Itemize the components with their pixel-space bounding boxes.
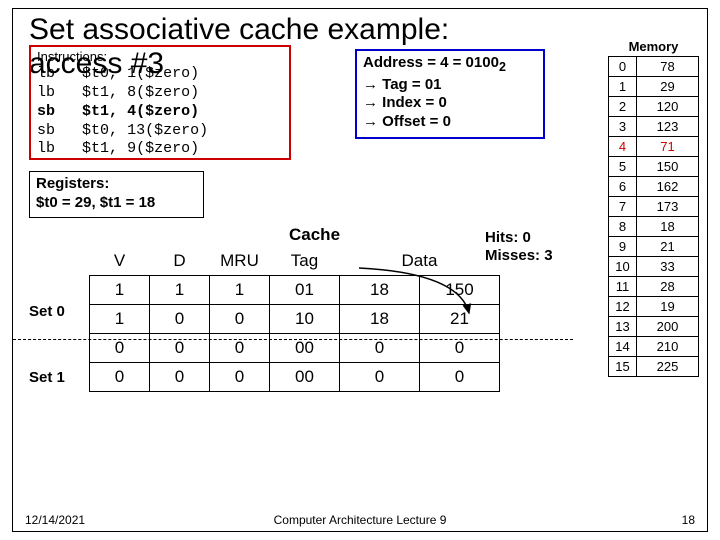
- memory-row: 921: [609, 237, 699, 257]
- memory-row: 1033: [609, 257, 699, 277]
- memory-row: 818: [609, 217, 699, 237]
- cache-table: V D MRU Tag Data 11101181501001018210000…: [89, 247, 500, 392]
- instruction-row: lb $t1, 9($zero): [37, 140, 283, 159]
- registers-values: $t0 = 29, $t1 = 18: [36, 194, 197, 213]
- memory-row: 129: [609, 77, 699, 97]
- memory-row: 13200: [609, 317, 699, 337]
- memory-row: 7173: [609, 197, 699, 217]
- hit-miss-counter: Hits: 0 Misses: 3: [485, 229, 553, 265]
- memory-row: 471: [609, 137, 699, 157]
- instruction-row: sb $t0, 13($zero): [37, 122, 283, 141]
- memory-label: Memory: [608, 39, 699, 54]
- instructions-box: Instructions: lb $t0, 1($zero) lb $t1, 8…: [29, 45, 291, 160]
- instruction-row: lb $t0, 1($zero): [37, 65, 283, 84]
- cache-row: 0000000: [90, 334, 500, 363]
- registers-box: Registers: $t0 = 29, $t1 = 18: [29, 171, 204, 218]
- memory-table: 0781292120312347151506162717381892110331…: [608, 56, 699, 377]
- set-divider: [13, 339, 573, 340]
- memory-panel: Memory 078129212031234715150616271738189…: [608, 39, 699, 377]
- address-line: Address = 4 = 01002: [363, 54, 537, 76]
- memory-row: 1128: [609, 277, 699, 297]
- cache-row: 1110118150: [90, 276, 500, 305]
- instruction-row: sb $t1, 4($zero): [37, 103, 283, 122]
- instruction-row: lb $t1, 8($zero): [37, 84, 283, 103]
- registers-label: Registers:: [36, 175, 197, 194]
- set1-label: Set 1: [29, 369, 65, 386]
- memory-row: 15225: [609, 357, 699, 377]
- memory-row: 5150: [609, 157, 699, 177]
- footer-lecture: Computer Architecture Lecture 9: [274, 513, 447, 527]
- memory-row: 1219: [609, 297, 699, 317]
- memory-row: 14210: [609, 337, 699, 357]
- footer-page: 18: [682, 513, 695, 527]
- instructions-label: Instructions:: [37, 49, 283, 65]
- memory-row: 3123: [609, 117, 699, 137]
- cache-row: 0000000: [90, 363, 500, 392]
- address-decode-box: Address = 4 = 01002 → Tag = 01 → Index =…: [355, 49, 545, 139]
- memory-row: 6162: [609, 177, 699, 197]
- index-line: → Index = 0: [363, 94, 537, 113]
- offset-line: → Offset = 0: [363, 113, 537, 132]
- slide-title: Set associative cache example:: [29, 13, 697, 47]
- cache-panel: Cache Hits: 0 Misses: 3 Set 0 Set 1 V D …: [29, 225, 569, 392]
- cache-row: 100101821: [90, 305, 500, 334]
- set0-label: Set 0: [29, 303, 65, 320]
- footer-date: 12/14/2021: [25, 513, 85, 527]
- tag-line: → Tag = 01: [363, 76, 537, 95]
- slide-frame: Set associative cache example: access #3…: [12, 8, 708, 532]
- memory-row: 2120: [609, 97, 699, 117]
- cache-label: Cache: [289, 225, 340, 245]
- memory-row: 078: [609, 57, 699, 77]
